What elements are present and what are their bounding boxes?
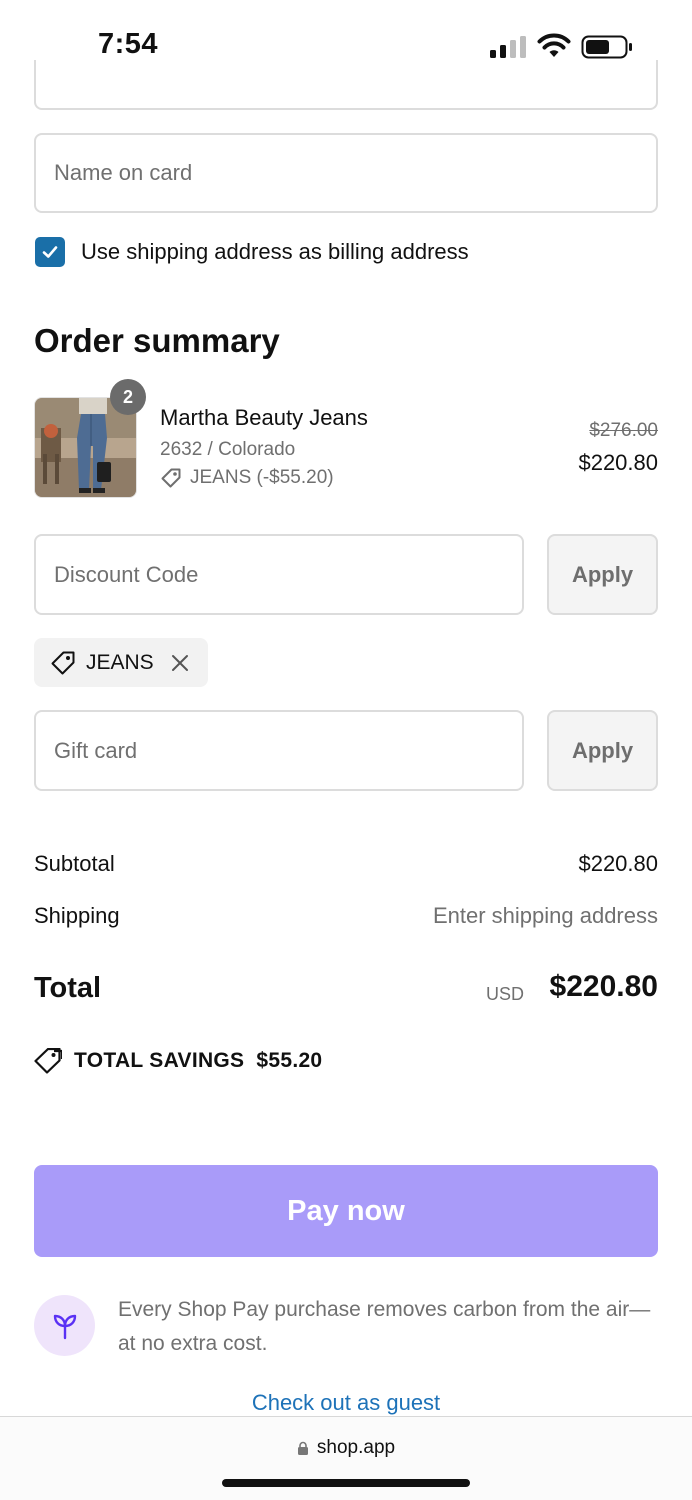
total-label: Total bbox=[34, 972, 102, 1004]
total-savings: TOTAL SAVINGS $55.20 bbox=[34, 1048, 322, 1074]
browser-url-text: shop.app bbox=[316, 1437, 396, 1458]
billing-address-checkbox[interactable] bbox=[35, 237, 65, 267]
tag-icon bbox=[51, 651, 75, 674]
total-currency: USD bbox=[485, 984, 524, 1004]
browser-url[interactable]: shop.app bbox=[0, 1437, 692, 1459]
savings-label: TOTAL SAVINGS bbox=[74, 1049, 245, 1072]
card-field-partial[interactable] bbox=[34, 60, 658, 110]
product-discount-label: JEANS (-$55.20) bbox=[190, 467, 334, 488]
tag-icon bbox=[161, 468, 181, 488]
product-variant: 2632 / Colorado bbox=[160, 439, 296, 460]
checkout-as-guest-link[interactable]: Check out as guest bbox=[0, 1390, 692, 1416]
savings-value: $55.20 bbox=[256, 1049, 323, 1072]
savings-tag-icon bbox=[34, 1048, 62, 1074]
home-indicator[interactable] bbox=[222, 1479, 470, 1487]
order-summary-title: Order summary bbox=[34, 322, 280, 359]
battery-icon bbox=[581, 35, 632, 59]
discount-code-input[interactable] bbox=[34, 534, 524, 615]
status-time: 7:54 bbox=[98, 28, 159, 60]
applied-discount-code: JEANS bbox=[86, 650, 154, 674]
sprout-icon bbox=[53, 1314, 76, 1339]
sprout-badge bbox=[34, 1295, 95, 1356]
cellular-signal-icon bbox=[490, 36, 526, 58]
apply-discount-button[interactable]: Apply bbox=[547, 534, 658, 615]
billing-address-label[interactable]: Use shipping address as billing address bbox=[81, 239, 469, 265]
carbon-note: Every Shop Pay purchase removes carbon f… bbox=[118, 1298, 651, 1355]
product-name: Martha Beauty Jeans bbox=[160, 405, 368, 430]
gift-card-input[interactable] bbox=[34, 710, 524, 791]
applied-discount-chip: JEANS bbox=[34, 638, 208, 687]
original-price: $276.00 bbox=[589, 420, 658, 441]
close-icon bbox=[171, 654, 188, 671]
subtotal-value: $220.80 bbox=[578, 851, 658, 876]
subtotal-label: Subtotal bbox=[34, 851, 115, 876]
wifi-icon bbox=[537, 33, 571, 57]
remove-discount-button[interactable] bbox=[170, 653, 190, 673]
apply-gift-card-button[interactable]: Apply bbox=[547, 710, 658, 791]
discounted-price: $220.80 bbox=[578, 450, 658, 475]
lock-icon bbox=[297, 1441, 308, 1455]
product-discount: JEANS (-$55.20) bbox=[160, 467, 334, 489]
name-on-card-input[interactable] bbox=[34, 133, 658, 213]
quantity-badge: 2 bbox=[110, 379, 146, 415]
pay-now-button[interactable]: Pay now bbox=[34, 1165, 658, 1257]
total-amount: $220.80 bbox=[549, 970, 658, 1003]
shipping-label: Shipping bbox=[34, 903, 120, 928]
checkmark-icon bbox=[42, 246, 58, 258]
shipping-value: Enter shipping address bbox=[432, 903, 658, 928]
